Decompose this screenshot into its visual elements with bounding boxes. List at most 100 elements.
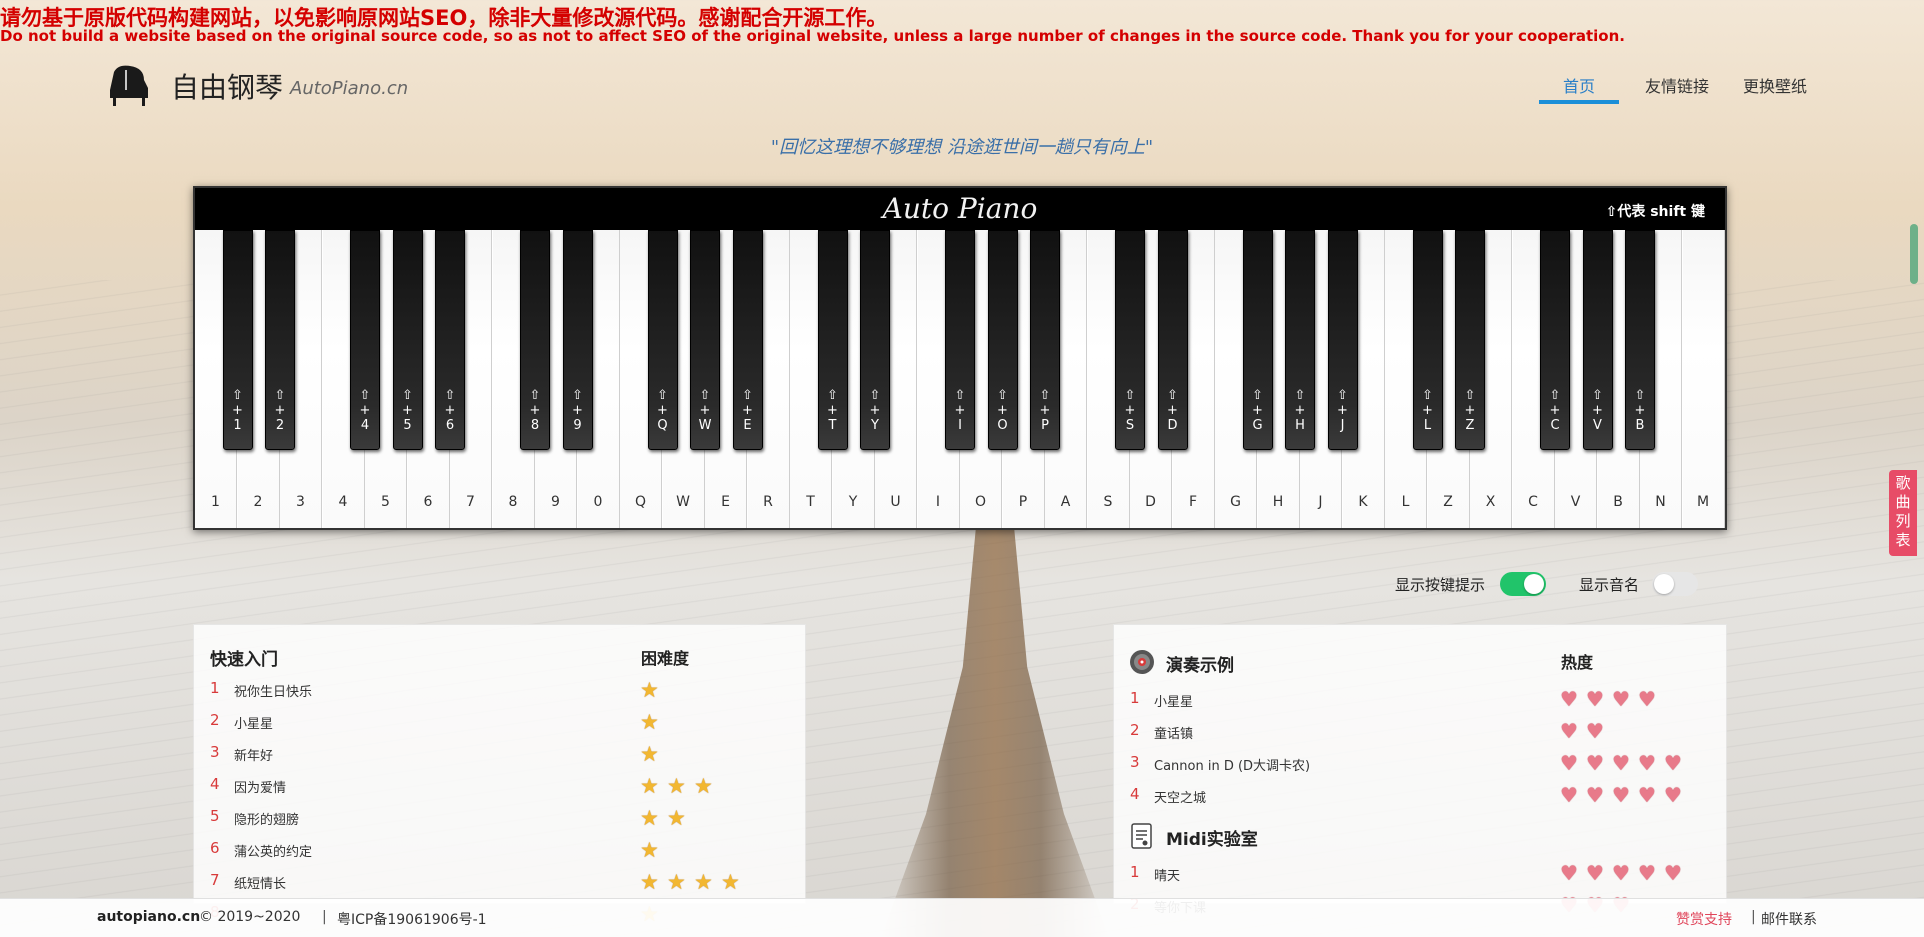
song-name[interactable]: 童话镇 <box>1154 723 1193 742</box>
white-key-label: V <box>1570 494 1581 510</box>
heat-header: 热度 <box>1561 653 1594 672</box>
list-item[interactable]: 2 童话镇 ♥ ♥ <box>1114 721 1726 751</box>
black-key[interactable]: ⇧ + E <box>732 230 763 450</box>
lyric-quote: "回忆这理想不够理想 沿途逛世间一趟只有向上" <box>770 137 1154 158</box>
rank-number: 4 <box>210 775 220 793</box>
heart-icon: ♥ <box>1664 751 1682 775</box>
song-name[interactable]: 隐形的翅膀 <box>234 809 299 828</box>
black-key-label: ⇧ + Z <box>1464 388 1476 433</box>
white-key-label: 6 <box>423 494 433 510</box>
black-key[interactable]: ⇧ + 8 <box>520 230 550 450</box>
rank-number: 1 <box>1130 689 1140 707</box>
black-key-label: ⇧ + 9 <box>572 388 583 433</box>
black-key[interactable]: ⇧ + 2 <box>265 230 295 450</box>
footer-icp[interactable]: 粤ICP备19061906号-1 <box>337 909 487 929</box>
black-key-label: ⇧ + 5 <box>402 388 413 433</box>
black-key-label: ⇧ + P <box>1039 388 1051 433</box>
nav-friend-links[interactable]: 友情链接 <box>1645 73 1709 97</box>
footer-separator: | <box>322 909 327 925</box>
song-name[interactable]: 蒲公英的约定 <box>234 841 312 860</box>
white-key-label: U <box>890 494 901 510</box>
difficulty-rating: ★ <box>640 711 662 733</box>
black-key[interactable]: ⇧ + Q <box>647 230 678 450</box>
song-name[interactable]: 祝你生日快乐 <box>234 681 312 700</box>
piano-logo-icon[interactable] <box>104 60 152 108</box>
list-item[interactable]: 1 晴天 ♥ ♥ ♥ ♥ ♥ <box>1114 863 1726 893</box>
star-icon: ★ <box>721 870 740 894</box>
list-item[interactable]: 7 纸短情长 ★ ★ ★ ★ <box>194 871 805 901</box>
star-icon: ★ <box>640 742 659 766</box>
white-key-label: T <box>806 494 815 510</box>
black-key[interactable]: ⇧ + O <box>987 230 1018 450</box>
heart-icon: ♥ <box>1586 751 1604 775</box>
list-item[interactable]: 3 Cannon in D (D大调卡农) ♥ ♥ ♥ ♥ ♥ <box>1114 753 1726 783</box>
rank-number: 4 <box>1130 785 1140 803</box>
song-name[interactable]: 天空之城 <box>1154 787 1206 806</box>
black-key[interactable]: ⇧ + S <box>1115 230 1145 450</box>
white-key-label: K <box>1358 494 1368 510</box>
nav-home[interactable]: 首页 <box>1563 73 1595 97</box>
list-item[interactable]: 4 因为爱情 ★ ★ ★ <box>194 775 805 805</box>
list-item[interactable]: 2 小星星 ★ <box>194 711 805 741</box>
song-name[interactable]: Cannon in D (D大调卡农) <box>1154 755 1310 774</box>
song-name[interactable]: 小星星 <box>234 713 273 732</box>
black-key[interactable]: ⇧ + J <box>1327 230 1358 450</box>
toggle-note-name-switch[interactable] <box>1652 572 1698 596</box>
black-key[interactable]: ⇧ + W <box>690 230 720 450</box>
footer-mail-link[interactable]: 邮件联系 <box>1761 909 1817 929</box>
star-icon: ★ <box>640 710 659 734</box>
black-key[interactable]: ⇧ + 9 <box>562 230 593 450</box>
white-key-label: P <box>1018 494 1028 510</box>
black-key[interactable]: ⇧ + 4 <box>350 230 380 450</box>
footer-sponsor-link[interactable]: 赞赏支持 <box>1676 909 1732 929</box>
rank-number: 7 <box>210 871 220 889</box>
black-key[interactable]: ⇧ + P <box>1030 230 1060 450</box>
black-key[interactable]: ⇧ + C <box>1540 230 1570 450</box>
song-name[interactable]: 小星星 <box>1154 691 1193 710</box>
white-key[interactable]: M <box>1682 230 1725 528</box>
song-list-tab[interactable]: 歌曲列表 <box>1889 470 1917 556</box>
black-key[interactable]: ⇧ + 1 <box>222 230 253 450</box>
white-key-label: H <box>1272 494 1284 510</box>
white-key-label: 8 <box>508 494 518 510</box>
song-name[interactable]: 因为爱情 <box>234 777 286 796</box>
white-key-label: W <box>676 494 690 510</box>
black-key[interactable]: ⇧ + T <box>817 230 848 450</box>
difficulty-rating: ★ <box>640 679 662 701</box>
page-scrollbar[interactable] <box>1910 224 1918 284</box>
black-key[interactable]: ⇧ + I <box>945 230 975 450</box>
song-name[interactable]: 新年好 <box>234 745 273 764</box>
black-key[interactable]: ⇧ + H <box>1285 230 1315 450</box>
site-domain: AutoPiano.cn <box>290 78 409 99</box>
white-key-label: C <box>1528 494 1538 510</box>
black-key[interactable]: ⇧ + G <box>1242 230 1273 450</box>
black-key[interactable]: ⇧ + 6 <box>435 230 465 450</box>
list-item[interactable]: 1 小星星 ♥ ♥ ♥ ♥ <box>1114 689 1726 719</box>
black-key-label: ⇧ + Q <box>657 388 668 433</box>
black-key[interactable]: ⇧ + B <box>1625 230 1655 450</box>
heart-icon: ♥ <box>1560 861 1578 885</box>
site-name[interactable]: 自由钢琴 <box>171 66 283 106</box>
black-key-label: ⇧ + 2 <box>274 388 286 433</box>
black-key[interactable]: ⇧ + Z <box>1455 230 1485 450</box>
song-name[interactable]: 晴天 <box>1154 865 1180 884</box>
heart-icon: ♥ <box>1586 861 1604 885</box>
list-item[interactable]: 4 天空之城 ♥ ♥ ♥ ♥ ♥ <box>1114 785 1726 815</box>
list-item[interactable]: 6 蒲公英的约定 ★ <box>194 839 805 869</box>
song-name[interactable]: 纸短情长 <box>234 873 286 892</box>
black-key[interactable]: ⇧ + Y <box>860 230 890 450</box>
star-icon: ★ <box>667 870 686 894</box>
black-key-label: ⇧ + W <box>698 388 712 433</box>
list-item[interactable]: 5 隐形的翅膀 ★ ★ <box>194 807 805 837</box>
white-key-label: G <box>1230 494 1241 510</box>
list-item[interactable]: 3 新年好 ★ <box>194 743 805 773</box>
black-key[interactable]: ⇧ + D <box>1157 230 1188 450</box>
nav-change-wallpaper[interactable]: 更换壁纸 <box>1743 73 1807 97</box>
black-key[interactable]: ⇧ + 5 <box>392 230 423 450</box>
footer-site[interactable]: autopiano.cn <box>97 909 200 925</box>
list-item[interactable]: 1 祝你生日快乐 ★ <box>194 679 805 709</box>
toggle-key-hint-switch[interactable] <box>1500 572 1546 596</box>
black-key[interactable]: ⇧ + L <box>1412 230 1443 450</box>
white-key-label: 2 <box>253 494 263 510</box>
black-key[interactable]: ⇧ + V <box>1582 230 1613 450</box>
